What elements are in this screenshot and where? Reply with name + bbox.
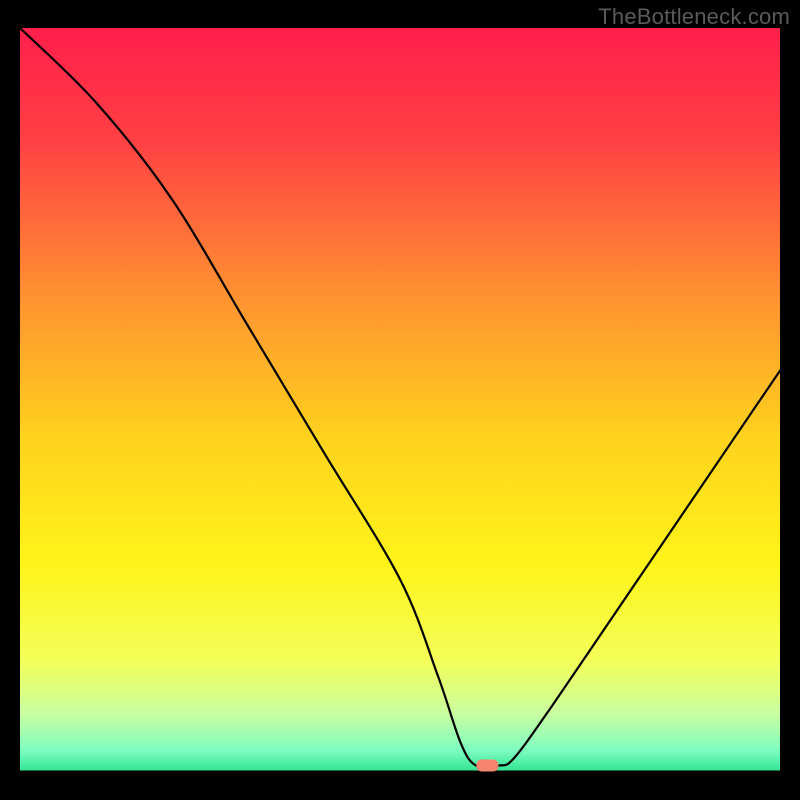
watermark-text: TheBottleneck.com xyxy=(598,4,790,30)
gradient-background xyxy=(20,28,780,773)
plot-area xyxy=(20,28,780,773)
chart-svg xyxy=(20,28,780,773)
minimum-marker xyxy=(476,760,498,772)
chart-frame: TheBottleneck.com xyxy=(0,0,800,800)
